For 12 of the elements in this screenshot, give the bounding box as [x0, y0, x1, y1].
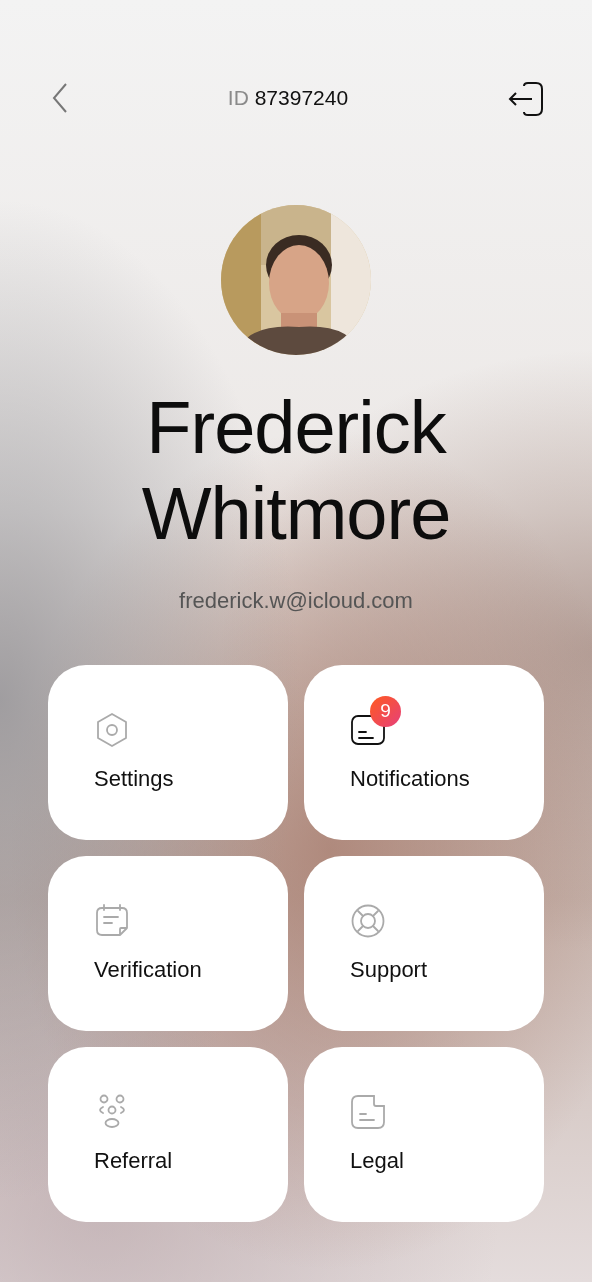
notification-badge: 9: [370, 696, 401, 727]
menu-tile[interactable]: Verification: [48, 856, 288, 1031]
user-id: ID 87397240: [227, 85, 349, 111]
user-name: Frederick Whitmore: [140, 385, 452, 557]
menu-tile[interactable]: Support: [304, 856, 544, 1031]
logout-icon[interactable]: [508, 82, 544, 116]
menu-tile[interactable]: Legal: [304, 1047, 544, 1222]
back-icon[interactable]: [52, 82, 68, 114]
user-email: frederick.w@icloud.com: [179, 587, 413, 615]
menu-tile[interactable]: 9 Notifications: [304, 665, 544, 840]
menu-tile[interactable]: Settings: [48, 665, 288, 840]
menu-tile[interactable]: Referral: [48, 1047, 288, 1222]
